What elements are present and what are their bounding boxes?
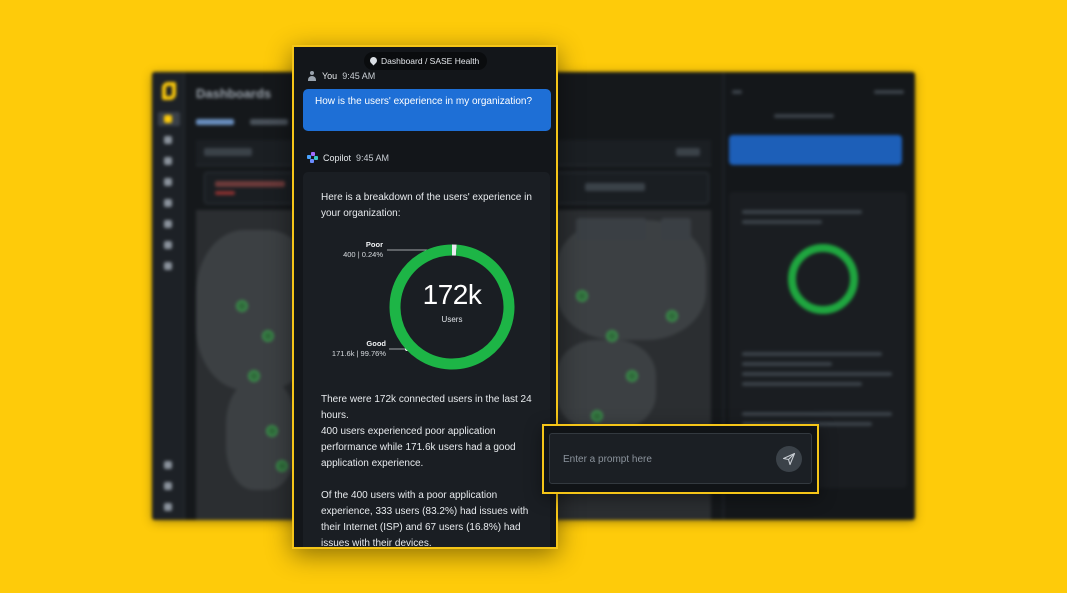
prompt-highlight — [542, 424, 819, 494]
breadcrumb[interactable]: Dashboard / SASE Health — [364, 52, 488, 70]
background-page-title: Dashboards — [196, 86, 272, 101]
summary-paragraph-2: Of the 400 users with a poor application… — [321, 490, 529, 549]
help-icon — [158, 458, 180, 472]
donut-center-label: Users — [441, 315, 463, 324]
star-icon — [158, 259, 180, 273]
prompt-box — [549, 433, 812, 484]
users-icon — [158, 154, 180, 168]
summary-paragraph-1: There were 172k connected users in the l… — [321, 392, 539, 472]
chat-icon — [158, 217, 180, 231]
app-logo-icon — [162, 82, 176, 100]
copilot-message-time: 9:45 AM — [356, 152, 390, 163]
user-message-bubble: How is the users' experience in my organ… — [303, 89, 551, 131]
user-message-time: 9:45 AM — [342, 71, 376, 81]
background-sidebar — [152, 72, 185, 520]
send-icon — [782, 452, 796, 466]
copilot-icon — [307, 152, 318, 163]
copilot-summary: There were 172k connected users in the l… — [321, 392, 539, 549]
grid-icon — [158, 196, 180, 210]
home-icon — [158, 112, 180, 126]
user-message-header: You 9:45 AM — [307, 71, 375, 81]
summary-users-count: There were 172k connected users in the l… — [321, 394, 532, 421]
bell-icon — [158, 479, 180, 493]
send-button[interactable] — [776, 446, 802, 472]
donut-center-value: 172k — [422, 279, 482, 310]
tools-icon — [158, 133, 180, 147]
copilot-chat-panel: Dashboard / SASE Health You 9:45 AM How … — [292, 45, 558, 549]
user-icon — [307, 71, 317, 81]
prompt-input[interactable] — [563, 450, 763, 468]
profile-icon — [158, 500, 180, 514]
summary-performance: 400 users experienced poor application p… — [321, 426, 516, 469]
users-donut-chart: 172k Users — [387, 242, 517, 372]
copilot-message-header: Copilot 9:45 AM — [307, 152, 389, 163]
user-author: You — [322, 71, 338, 81]
breadcrumb-label: Dashboard / SASE Health — [381, 56, 480, 66]
pin-icon — [370, 57, 377, 65]
copilot-message-card: Here is a breakdown of the users' experi… — [303, 172, 550, 549]
gear-icon — [158, 238, 180, 252]
copilot-author: Copilot — [323, 152, 352, 163]
binoculars-icon — [158, 175, 180, 189]
